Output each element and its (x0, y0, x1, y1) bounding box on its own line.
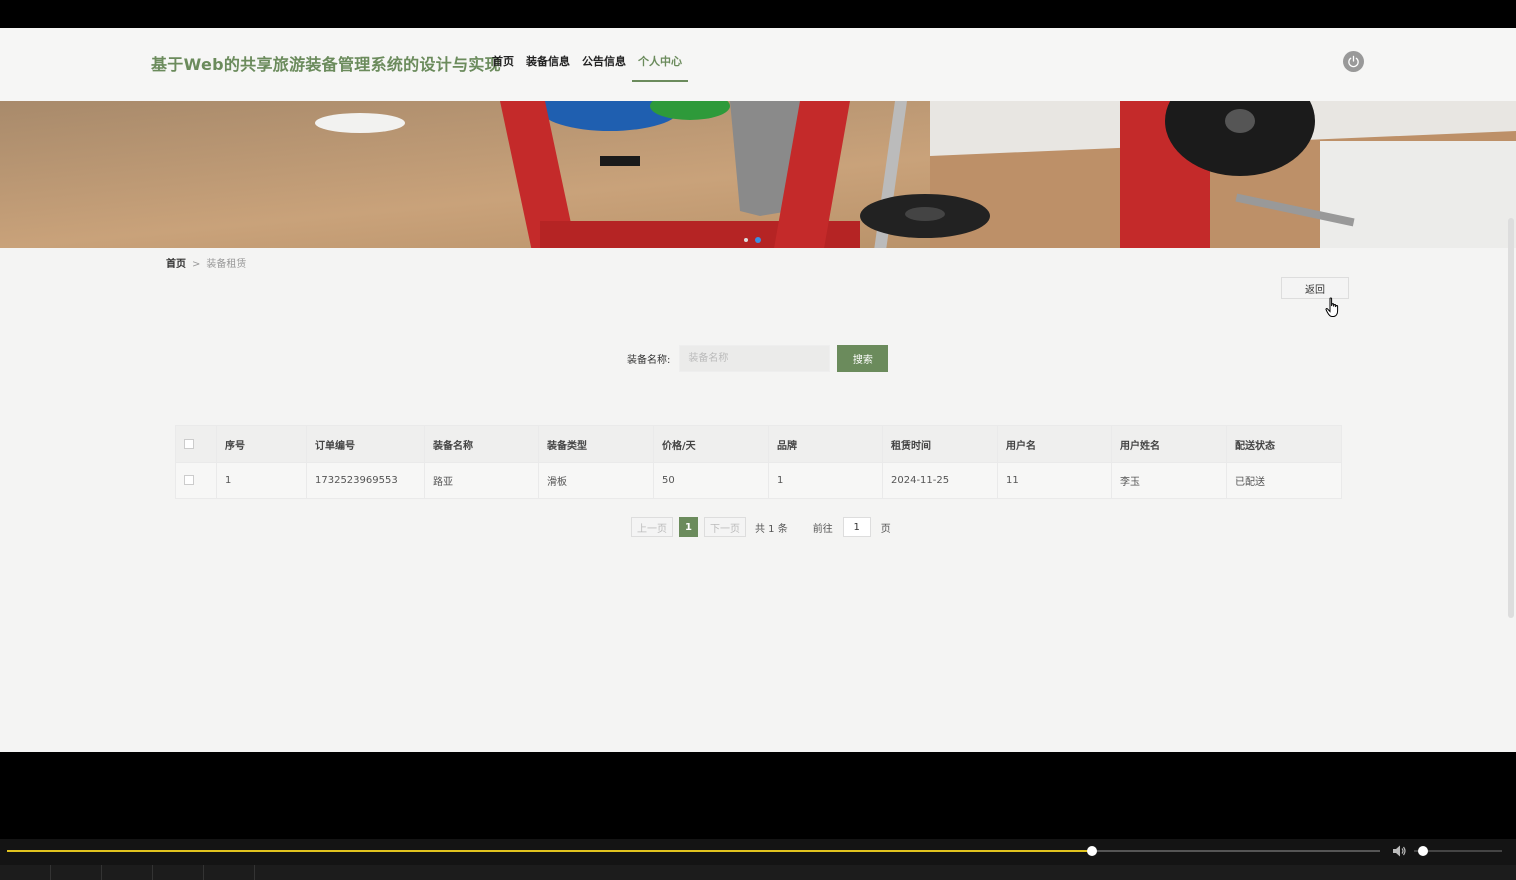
rental-table: 序号 订单编号 装备名称 装备类型 价格/天 品牌 租赁时间 用户名 用户姓名 … (175, 425, 1342, 499)
total-count: 共 1 条 (755, 523, 788, 535)
back-button[interactable]: 返回 (1281, 277, 1349, 299)
breadcrumb: 首页 > 装备租赁 (166, 255, 246, 270)
column-header: 租赁时间 (882, 425, 998, 463)
column-header: 订单编号 (306, 425, 425, 463)
video-progress-track[interactable] (7, 846, 1380, 856)
goto-page-input[interactable] (842, 517, 871, 537)
column-header: 装备名称 (424, 425, 539, 463)
volume-slider[interactable] (1414, 846, 1502, 856)
column-header: 品牌 (768, 425, 883, 463)
page-suffix: 页 (880, 523, 891, 535)
table-cell: 滑板 (538, 462, 654, 499)
next-page-button[interactable]: 下一页 (704, 517, 746, 537)
gym-photo (0, 101, 1516, 248)
prev-page-button[interactable]: 上一页 (631, 517, 673, 537)
select-all-cell (175, 425, 217, 463)
breadcrumb-separator: > (192, 259, 201, 270)
table-cell: 已配送 (1226, 462, 1342, 499)
nav-item-home[interactable]: 首页 (492, 54, 514, 82)
table-row: 1 1732523969553 路亚 滑板 50 1 2024-11-25 11… (175, 462, 1342, 499)
table-cell: 11 (997, 462, 1112, 499)
table-cell: 路亚 (424, 462, 539, 499)
goto-label: 前往 (812, 523, 833, 535)
video-progress-fill (7, 850, 1092, 852)
column-header: 用户姓名 (1111, 425, 1227, 463)
site-header: 基于Web的共享旅游装备管理系统的设计与实现 首页 装备信息 公告信息 个人中心 (0, 28, 1516, 101)
banner-image (0, 101, 1516, 248)
main-nav: 首页 装备信息 公告信息 个人中心 (492, 54, 700, 82)
site-title: 基于Web的共享旅游装备管理系统的设计与实现 (151, 55, 501, 74)
column-header: 配送状态 (1226, 425, 1342, 463)
equipment-name-search-input[interactable] (679, 345, 831, 372)
video-progress-knob[interactable] (1086, 846, 1097, 856)
search-button[interactable]: 搜索 (837, 345, 889, 372)
taskbar-slot[interactable] (102, 865, 153, 880)
page-scrollbar[interactable] (1508, 218, 1514, 618)
nav-item-personal-center[interactable]: 个人中心 (632, 54, 688, 82)
power-icon (1348, 55, 1359, 68)
table-cell: 50 (653, 462, 769, 499)
row-checkbox[interactable] (184, 475, 194, 485)
column-header: 价格/天 (653, 425, 769, 463)
volume-icon[interactable] (1392, 844, 1408, 858)
video-letterbox-top (0, 0, 1516, 28)
video-player-controls (0, 839, 1516, 865)
row-select-cell (175, 462, 217, 499)
web-page: 基于Web的共享旅游装备管理系统的设计与实现 首页 装备信息 公告信息 个人中心 (0, 28, 1516, 752)
taskbar (0, 865, 1516, 880)
taskbar-slot[interactable] (51, 865, 102, 880)
breadcrumb-current: 装备租赁 (206, 259, 247, 270)
select-all-checkbox[interactable] (184, 438, 194, 449)
column-header: 装备类型 (538, 425, 654, 463)
table-cell: 1 (216, 462, 307, 499)
nav-item-equipment[interactable]: 装备信息 (526, 54, 570, 82)
volume-knob[interactable] (1418, 846, 1428, 856)
pagination: 上一页 1 下一页 共 1 条 前往 页 (631, 517, 891, 537)
table-header-row: 序号 订单编号 装备名称 装备类型 价格/天 品牌 租赁时间 用户名 用户姓名 … (175, 425, 1342, 463)
table-cell: 2024-11-25 (882, 462, 998, 499)
table-cell: 李玉 (1111, 462, 1227, 499)
nav-item-notices[interactable]: 公告信息 (582, 54, 626, 82)
taskbar-slot[interactable] (153, 865, 204, 880)
column-header: 用户名 (997, 425, 1112, 463)
taskbar-slot[interactable] (0, 865, 51, 880)
breadcrumb-home[interactable]: 首页 (166, 259, 186, 270)
column-header: 序号 (216, 425, 307, 463)
table-cell: 1 (768, 462, 883, 499)
search-label: 装备名称: (627, 355, 671, 366)
table-cell: 1732523969553 (306, 462, 425, 499)
hand-cursor-icon (1325, 297, 1339, 317)
page-number-current[interactable]: 1 (679, 517, 698, 537)
logout-button[interactable] (1343, 51, 1364, 72)
search-row: 装备名称: 搜索 (627, 345, 889, 372)
taskbar-slot[interactable] (204, 865, 255, 880)
